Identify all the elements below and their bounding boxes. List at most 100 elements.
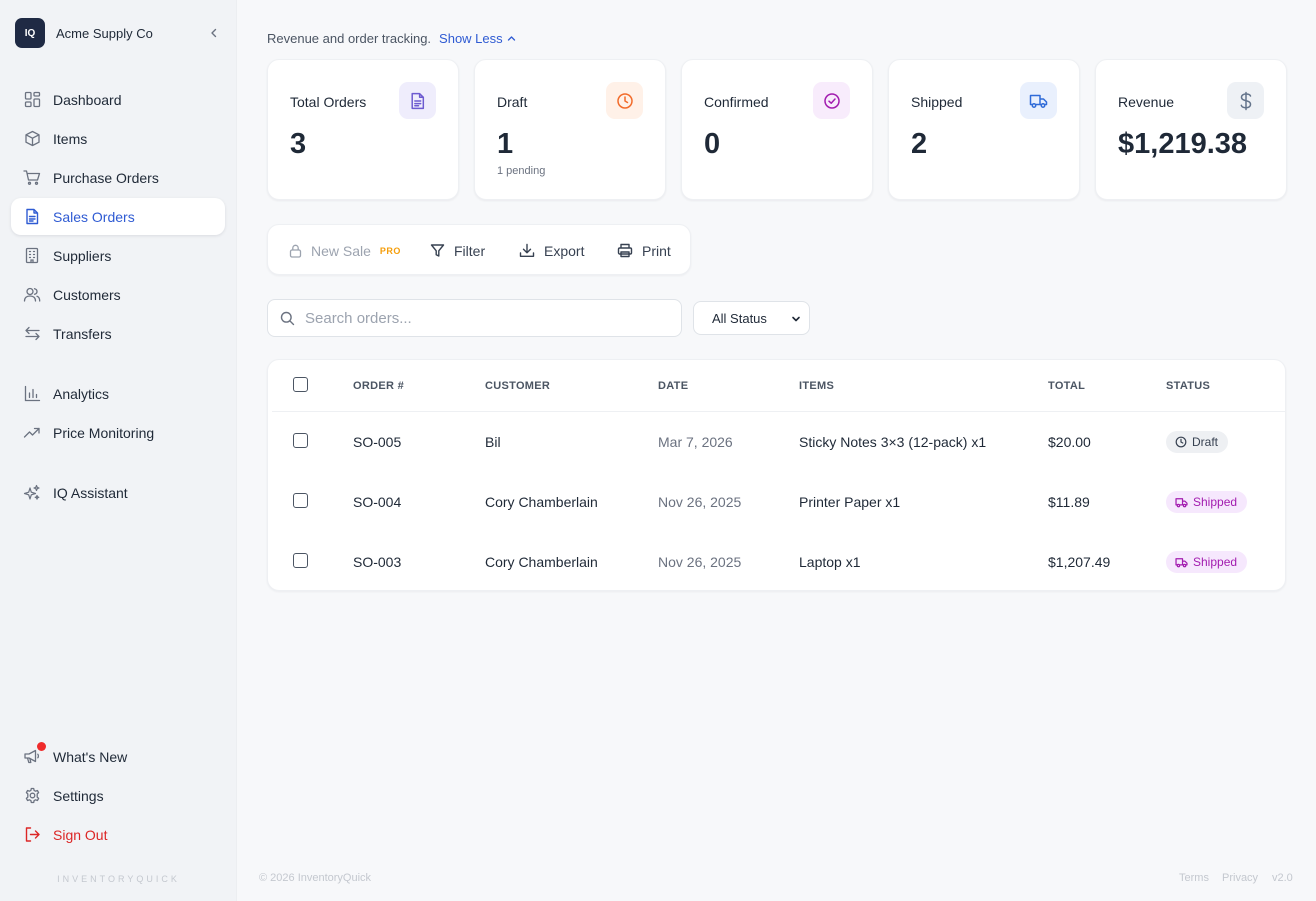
nav-customers[interactable]: Customers <box>11 276 225 313</box>
nav-label: Sign Out <box>53 826 108 843</box>
customer-name: Cory Chamberlain <box>485 494 598 510</box>
nav-label: Purchase Orders <box>53 169 159 186</box>
column-header-customer[interactable]: CUSTOMER <box>485 380 550 392</box>
status-label: Shipped <box>1193 495 1238 509</box>
order-total: $20.00 <box>1048 434 1091 450</box>
status-filter-select[interactable]: All Status <box>693 301 810 335</box>
nav-settings[interactable]: Settings <box>11 777 225 814</box>
search-icon <box>280 311 295 325</box>
order-total: $11.89 <box>1048 494 1090 510</box>
nav-label: IQ Assistant <box>53 484 128 501</box>
show-less-toggle[interactable]: Show Less <box>439 31 516 46</box>
nav-suppliers[interactable]: Suppliers <box>11 237 225 274</box>
select-all-checkbox[interactable] <box>293 377 308 392</box>
sidebar: IQ Acme Supply Co Dashboard Items Purcha… <box>0 0 237 901</box>
nav-sign-out[interactable]: Sign Out <box>11 816 225 853</box>
trending-up-icon <box>23 424 41 442</box>
nav-label: Items <box>53 130 88 147</box>
privacy-link[interactable]: Privacy <box>1222 872 1258 884</box>
nav-iq-assistant[interactable]: IQ Assistant <box>11 474 225 511</box>
dollar-icon <box>1227 82 1264 119</box>
truck-icon <box>1175 497 1188 507</box>
column-header-items[interactable]: ITEMS <box>799 380 834 392</box>
arrows-swap-icon <box>23 325 41 343</box>
terms-link[interactable]: Terms <box>1179 872 1209 884</box>
stat-label: Draft <box>497 94 528 110</box>
status-label: Shipped <box>1193 555 1238 569</box>
column-header-total[interactable]: TOTAL <box>1048 380 1085 392</box>
users-icon <box>23 286 41 304</box>
nav-label: Analytics <box>53 385 110 402</box>
status-badge: Shipped <box>1166 491 1248 513</box>
order-date: Nov 26, 2025 <box>658 494 742 510</box>
filter-button[interactable]: Filter <box>430 225 485 276</box>
document-icon <box>399 82 436 119</box>
order-number[interactable]: SO-005 <box>353 434 401 450</box>
stat-card-shipped: Shipped 2 <box>888 59 1080 200</box>
print-button[interactable]: Print <box>617 225 671 276</box>
nav-label: Dashboard <box>53 91 122 108</box>
row-checkbox[interactable] <box>293 493 308 508</box>
box-icon <box>23 130 41 148</box>
stat-value: 1 <box>497 128 514 160</box>
collapse-sidebar-button[interactable] <box>206 25 222 41</box>
printer-icon <box>617 243 633 258</box>
nav-label: Settings <box>53 787 104 804</box>
sparkles-icon <box>23 484 41 502</box>
order-items: Sticky Notes 3×3 (12-pack) x1 <box>799 434 987 450</box>
nav-purchase-orders[interactable]: Purchase Orders <box>11 159 225 196</box>
column-header-status[interactable]: STATUS <box>1166 380 1210 392</box>
clock-icon <box>606 82 643 119</box>
nav-label: Transfers <box>53 325 112 342</box>
column-header-date[interactable]: DATE <box>658 380 688 392</box>
order-number[interactable]: SO-004 <box>353 494 401 510</box>
nav-label: Suppliers <box>53 247 112 264</box>
stat-card-confirmed: Confirmed 0 <box>681 59 873 200</box>
nav-label: Sales Orders <box>53 208 135 225</box>
status-badge: Draft <box>1166 431 1229 453</box>
table-header-divider <box>272 411 1285 412</box>
order-number[interactable]: SO-003 <box>353 554 401 570</box>
nav-whats-new[interactable]: What's New <box>11 738 225 775</box>
status-badge: Shipped <box>1166 551 1248 573</box>
order-date: Nov 26, 2025 <box>658 554 742 570</box>
new-sale-button[interactable]: New Sale PRO <box>289 225 401 276</box>
logout-icon <box>23 826 41 844</box>
truck-icon <box>1020 82 1057 119</box>
status-filter-value: All Status <box>712 310 767 326</box>
lock-icon <box>289 244 302 258</box>
search-input[interactable] <box>305 309 665 327</box>
download-icon <box>519 243 535 257</box>
nav-items[interactable]: Items <box>11 120 225 157</box>
stat-subtext: 1 pending <box>497 165 546 177</box>
stat-value: 3 <box>290 128 307 160</box>
column-header-order[interactable]: ORDER # <box>353 380 404 392</box>
new-sale-label: New Sale <box>311 242 371 259</box>
stat-value: 0 <box>704 128 721 160</box>
nav-transfers[interactable]: Transfers <box>11 315 225 352</box>
nav-label: What's New <box>53 748 128 765</box>
brand-name: Acme Supply Co <box>56 25 153 41</box>
check-circle-icon <box>813 82 850 119</box>
nav-sales-orders[interactable]: Sales Orders <box>11 198 225 235</box>
customer-name: Cory Chamberlain <box>485 554 598 570</box>
stat-card-draft: Draft 1 1 pending <box>474 59 666 200</box>
order-items: Printer Paper x1 <box>799 494 901 510</box>
filter-label: Filter <box>454 242 486 259</box>
bar-chart-icon <box>23 385 41 403</box>
nav-label: Price Monitoring <box>53 424 155 441</box>
nav-price-monitoring[interactable]: Price Monitoring <box>11 414 225 451</box>
nav-analytics[interactable]: Analytics <box>11 375 225 412</box>
row-checkbox[interactable] <box>293 433 308 448</box>
sales-orders-table: ORDER # CUSTOMER DATE ITEMS TOTAL STATUS… <box>267 359 1286 591</box>
nav-dashboard[interactable]: Dashboard <box>11 81 225 118</box>
stat-card-revenue: Revenue $1,219.38 <box>1095 59 1287 200</box>
megaphone-icon <box>23 741 46 766</box>
row-checkbox[interactable] <box>293 553 308 568</box>
version-label: v2.0 <box>1272 872 1293 884</box>
export-button[interactable]: Export <box>519 225 584 276</box>
status-label: Draft <box>1192 435 1219 449</box>
stat-card-total-orders: Total Orders 3 <box>267 59 459 200</box>
actions-toolbar: New Sale PRO Filter Export Print <box>267 224 691 275</box>
pro-badge: PRO <box>379 245 401 256</box>
